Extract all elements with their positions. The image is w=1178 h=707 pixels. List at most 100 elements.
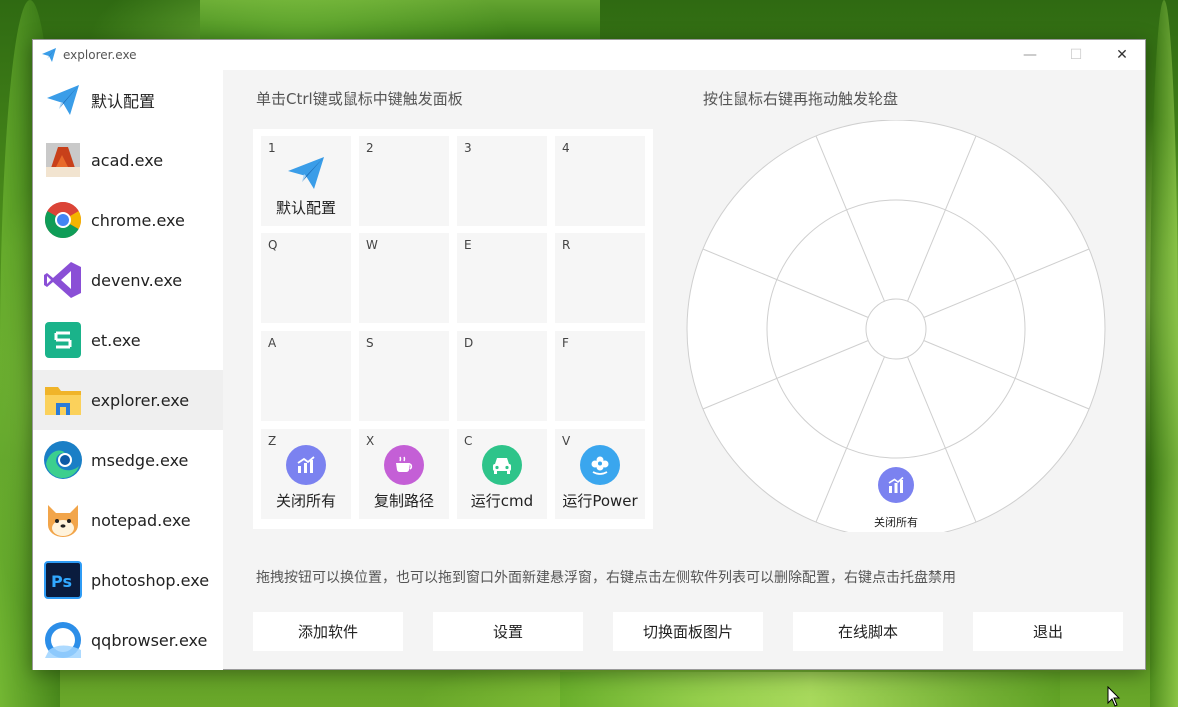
maximize-button[interactable]: ☐ — [1053, 40, 1099, 70]
wheel-title: 按住鼠标右键再拖动触发轮盘 — [703, 90, 899, 108]
radial-wheel[interactable]: 关闭所有 — [685, 120, 1107, 532]
chart-icon — [286, 445, 326, 485]
car-icon — [482, 445, 522, 485]
hint-text: 拖拽按钮可以换位置，也可以拖到窗口外面新建悬浮窗，右键点击左侧软件列表可以删除配… — [256, 570, 956, 586]
cell-key: R — [562, 238, 571, 252]
folder-icon — [43, 380, 83, 420]
cell-key: D — [464, 336, 474, 350]
panel-cell-3[interactable]: 3 — [457, 136, 547, 226]
close-icon: ✕ — [1116, 47, 1128, 63]
cell-key: F — [562, 336, 569, 350]
cell-key: W — [366, 238, 378, 252]
sidebar-item-label: acad.exe — [91, 150, 164, 170]
panel-cell-d[interactable]: D — [457, 331, 547, 421]
sidebar-item-explorer[interactable]: explorer.exe — [33, 370, 223, 430]
window-title: explorer.exe — [63, 48, 137, 62]
visual-studio-icon — [43, 260, 83, 300]
autocad-icon — [43, 140, 83, 180]
app-list-sidebar: 默认配置 acad.exe chrome.exe devenv.exe et.e… — [33, 70, 223, 670]
cell-label: 运行cmd — [470, 492, 534, 510]
sidebar-item-label: notepad.exe — [91, 510, 191, 530]
sidebar-item-label: chrome.exe — [91, 210, 185, 230]
background-grass — [1150, 0, 1178, 707]
app-window: explorer.exe — ☐ ✕ 默认配置 acad.exe chrome.… — [32, 39, 1146, 670]
cell-key: 1 — [268, 141, 276, 155]
shiba-dog-icon — [43, 500, 83, 540]
cell-key: V — [562, 434, 571, 448]
sidebar-item-label: devenv.exe — [91, 270, 183, 290]
sidebar-item-devenv[interactable]: devenv.exe — [33, 250, 223, 310]
background-grass — [560, 672, 1060, 707]
cell-key: A — [268, 336, 277, 350]
photoshop-icon: Ps — [43, 560, 83, 600]
sidebar-item-chrome[interactable]: chrome.exe — [33, 190, 223, 250]
background-grass — [200, 0, 600, 40]
close-button[interactable]: ✕ — [1099, 40, 1145, 70]
hotkey-panel: 1 默认配置 2 3 4 Q W E R A S D F Z 关闭所有 X 复制… — [253, 129, 653, 529]
minimize-icon: — — [1023, 47, 1037, 63]
cell-label: 关闭所有 — [275, 492, 336, 510]
cell-key: S — [366, 336, 374, 350]
sidebar-item-label: qqbrowser.exe — [91, 630, 208, 650]
panel-cell-c[interactable]: C 运行cmd — [457, 429, 547, 519]
panel-cell-4[interactable]: 4 — [555, 136, 645, 226]
sidebar-item-default[interactable]: 默认配置 — [33, 70, 223, 130]
cell-key: Q — [268, 238, 278, 252]
flower-icon — [580, 445, 620, 485]
sidebar-item-label: msedge.exe — [91, 450, 189, 470]
exit-button[interactable]: 退出 — [973, 612, 1123, 651]
panel-cell-x[interactable]: X 复制路径 — [359, 429, 449, 519]
add-software-button[interactable]: 添加软件 — [253, 612, 403, 651]
maximize-icon: ☐ — [1069, 47, 1083, 63]
mouse-cursor-icon — [1107, 686, 1121, 707]
online-script-button[interactable]: 在线脚本 — [793, 612, 943, 651]
cell-label: 复制路径 — [373, 492, 434, 510]
cell-key: 4 — [562, 141, 570, 155]
panel-cell-r[interactable]: R — [555, 233, 645, 323]
cell-key: X — [366, 434, 375, 448]
sidebar-item-label: 默认配置 — [91, 92, 156, 111]
sidebar-item-label: et.exe — [91, 330, 141, 350]
sidebar-item-label: photoshop.exe — [91, 570, 210, 590]
panel-cell-z[interactable]: Z 关闭所有 — [261, 429, 351, 519]
cell-key: 3 — [464, 141, 472, 155]
panel-cell-w[interactable]: W — [359, 233, 449, 323]
cell-key: C — [464, 434, 473, 448]
panel-cell-f[interactable]: F — [555, 331, 645, 421]
panel-cell-e[interactable]: E — [457, 233, 547, 323]
settings-button[interactable]: 设置 — [433, 612, 583, 651]
wps-spreadsheet-icon — [43, 320, 83, 360]
panel-cell-q[interactable]: Q — [261, 233, 351, 323]
minimize-button[interactable]: — — [1007, 40, 1053, 70]
title-bar[interactable]: explorer.exe — ☐ ✕ — [33, 40, 1145, 70]
cell-key: Z — [268, 434, 277, 448]
sidebar-item-label: explorer.exe — [91, 390, 190, 410]
chart-icon — [878, 467, 914, 503]
paper-plane-icon — [43, 80, 83, 120]
sidebar-item-qqbrowser[interactable]: qqbrowser.exe — [33, 610, 223, 670]
sidebar-item-notepad[interactable]: notepad.exe — [33, 490, 223, 550]
sidebar-item-et[interactable]: et.exe — [33, 310, 223, 370]
sidebar-item-msedge[interactable]: msedge.exe — [33, 430, 223, 490]
sidebar-item-acad[interactable]: acad.exe — [33, 130, 223, 190]
wheel-center[interactable] — [865, 298, 927, 360]
cell-key: 2 — [366, 141, 374, 155]
cell-label: 运行Power — [562, 492, 638, 510]
sidebar-item-photoshop[interactable]: Ps photoshop.exe — [33, 550, 223, 610]
chrome-icon — [43, 200, 83, 240]
edge-icon — [43, 440, 83, 480]
switch-panel-image-button[interactable]: 切换面板图片 — [613, 612, 763, 651]
qqbrowser-icon — [43, 620, 83, 660]
wheel-item-label: 关闭所有 — [874, 515, 918, 529]
paper-plane-icon — [42, 48, 56, 62]
coffee-icon — [384, 445, 424, 485]
panel-cell-s[interactable]: S — [359, 331, 449, 421]
panel-cell-v[interactable]: V 运行Power — [555, 429, 645, 519]
paper-plane-icon — [286, 152, 326, 192]
panel-cell-1[interactable]: 1 默认配置 — [261, 136, 351, 226]
panel-cell-a[interactable]: A — [261, 331, 351, 421]
cell-key: E — [464, 238, 472, 252]
panel-title: 单击Ctrl键或鼠标中键触发面板 — [256, 90, 463, 108]
svg-text:Ps: Ps — [51, 572, 72, 591]
panel-cell-2[interactable]: 2 — [359, 136, 449, 226]
